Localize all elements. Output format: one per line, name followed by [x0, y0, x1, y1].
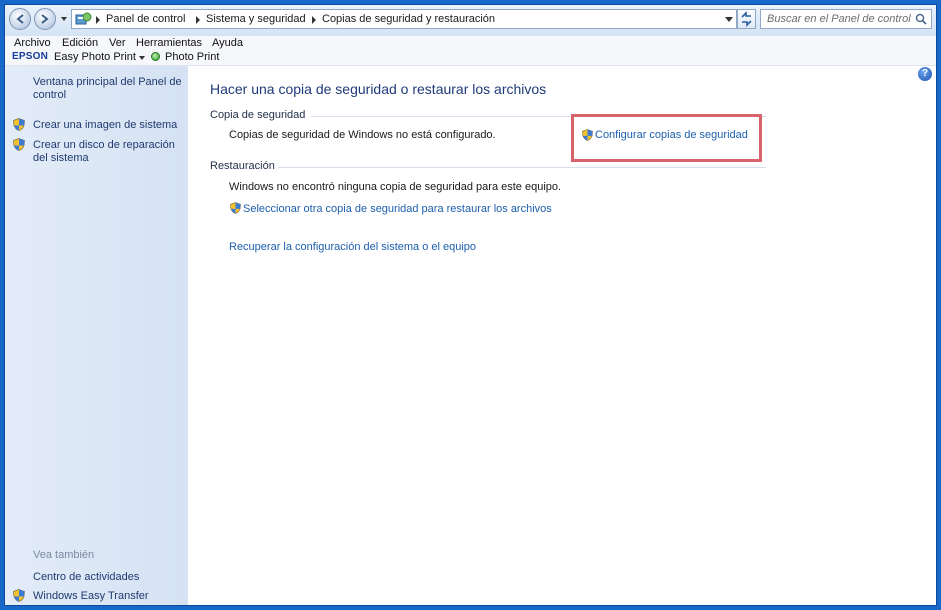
menu-ver[interactable]: Ver	[109, 37, 126, 49]
forward-button[interactable]	[34, 8, 56, 30]
help-icon[interactable]: ?	[918, 67, 932, 81]
sidebar-item-repair-disc[interactable]: Crear un disco de reparación del sistema	[33, 139, 183, 165]
easy-photo-print-dropdown[interactable]	[139, 56, 145, 60]
sidebar-item-action-center[interactable]: Centro de actividades	[33, 571, 139, 584]
recover-system-link[interactable]: Recuperar la configuración del sistema o…	[229, 241, 476, 253]
breadcrumb-item-panel[interactable]: Panel de control	[106, 13, 186, 25]
menu-herramientas[interactable]: Herramientas	[136, 37, 202, 49]
sidebar: Ventana principal del Panel de control C…	[5, 66, 188, 605]
epson-toolbar: EPSON Easy Photo Print Photo Print	[5, 50, 936, 66]
select-other-backup-link[interactable]: Seleccionar otra copia de seguridad para…	[243, 203, 552, 215]
back-button[interactable]	[9, 8, 31, 30]
backup-status: Copias de seguridad de Windows no está c…	[229, 129, 496, 141]
easy-photo-print-button[interactable]: Easy Photo Print	[54, 51, 136, 63]
breadcrumb-separator	[196, 16, 200, 24]
recent-pages-dropdown[interactable]	[60, 15, 68, 23]
search-box[interactable]: Buscar en el Panel de control	[760, 9, 932, 29]
menu-archivo[interactable]: Archivo	[14, 37, 51, 49]
arrow-left-icon	[16, 14, 24, 24]
breadcrumb-separator	[96, 16, 100, 24]
breadcrumb-separator	[312, 16, 316, 24]
highlight-box	[571, 114, 762, 162]
restore-divider	[278, 167, 766, 168]
restore-status: Windows no encontró ninguna copia de seg…	[229, 181, 562, 193]
backup-heading: Copia de seguridad	[210, 109, 306, 121]
address-bar: Panel de control Sistema y seguridad Cop…	[5, 5, 936, 37]
breadcrumb[interactable]: Panel de control Sistema y seguridad Cop…	[71, 9, 737, 29]
menu-bar: Archivo Edición Ver Herramientas Ayuda	[5, 36, 936, 50]
search-input[interactable]: Buscar en el Panel de control	[767, 13, 911, 25]
breadcrumb-item-copias[interactable]: Copias de seguridad y restauración	[322, 13, 495, 25]
photo-print-icon	[151, 52, 160, 61]
sidebar-item-home[interactable]: Ventana principal del Panel de control	[33, 76, 183, 102]
refresh-icon	[741, 11, 752, 27]
shield-icon	[13, 118, 25, 131]
shield-icon	[230, 202, 241, 214]
restore-heading: Restauración	[210, 160, 275, 172]
arrow-right-icon	[41, 14, 49, 24]
menu-ayuda[interactable]: Ayuda	[212, 37, 243, 49]
page-title: Hacer una copia de seguridad o restaurar…	[210, 81, 547, 97]
shield-icon	[13, 138, 25, 151]
refresh-button[interactable]	[737, 9, 756, 29]
menu-edicion[interactable]: Edición	[62, 37, 98, 49]
window: Panel de control Sistema y seguridad Cop…	[4, 4, 937, 606]
breadcrumb-item-sistema[interactable]: Sistema y seguridad	[206, 13, 306, 25]
address-dropdown[interactable]	[725, 17, 733, 22]
search-icon[interactable]	[915, 13, 927, 25]
sidebar-item-easy-transfer[interactable]: Windows Easy Transfer	[33, 590, 149, 603]
see-also-heading: Vea también	[33, 549, 95, 561]
photo-print-button[interactable]: Photo Print	[165, 51, 219, 63]
control-panel-icon	[75, 12, 92, 25]
shield-icon	[13, 589, 25, 602]
epson-logo: EPSON	[12, 51, 49, 62]
sidebar-item-system-image[interactable]: Crear una imagen de sistema	[33, 119, 183, 132]
